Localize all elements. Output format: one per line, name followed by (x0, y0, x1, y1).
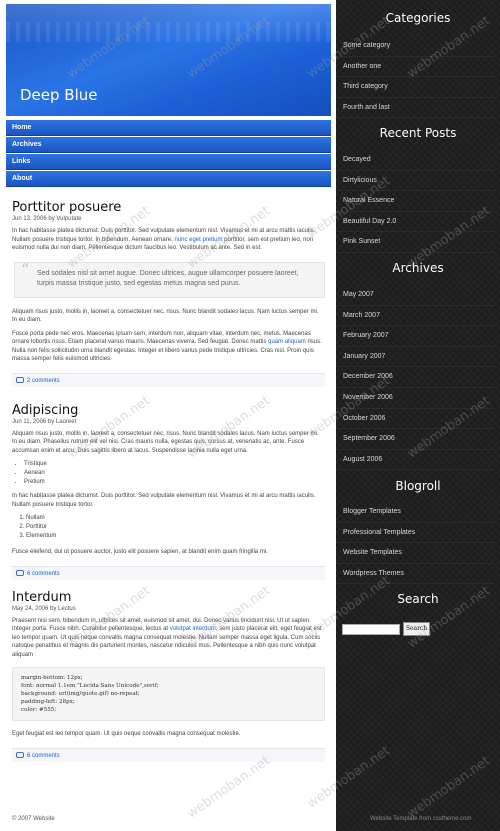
quote-text: Sed sodales nisl sit amet augue. Donec u… (37, 269, 299, 287)
post-paragraph: Fusce eleifend, dui ut posuere auctor, j… (12, 549, 268, 555)
main-nav: Home Archives Links About (6, 120, 331, 188)
archive-item[interactable]: October 2006 (336, 409, 494, 430)
search-button[interactable]: Search (403, 622, 430, 636)
footer-copyright: © 2007 Website (12, 816, 55, 822)
recent-post-item[interactable]: Natural Essence (336, 191, 494, 212)
recent-post-item[interactable]: Dirtylicious (336, 171, 494, 192)
list-item: Pretium (24, 478, 325, 487)
archive-item[interactable]: January 2007 (336, 347, 494, 368)
archives-list: May 2007 March 2007 February 2007 Januar… (336, 285, 494, 471)
blogroll-item[interactable]: Wordpress Themes (336, 564, 494, 585)
comment-icon (16, 376, 24, 383)
blogroll-item[interactable]: Blogger Templates (336, 502, 494, 523)
blogroll-item[interactable]: Professional Templates (336, 523, 494, 544)
post-paragraph: Aliquam risus justo, mollis in, laoreet … (12, 308, 319, 324)
category-item[interactable]: Another one (336, 57, 494, 78)
list-item: Tristique (24, 460, 325, 469)
post-title[interactable]: Porttitor posuere (12, 200, 325, 215)
post-paragraph: Praesent nisi sem, bibendum in, ultrices… (12, 617, 325, 660)
archive-item[interactable]: November 2006 (336, 388, 494, 409)
list-item: Porttitor (26, 523, 325, 532)
nav-item-about[interactable]: About (6, 171, 331, 187)
nav-item-home[interactable]: Home (6, 120, 331, 136)
recent-post-item[interactable]: Pink Sunset (336, 232, 494, 253)
post-list: Porttitor posuere Jun 13, 2006 by Vulput… (12, 200, 325, 762)
inline-link[interactable]: volutpat interdum (170, 626, 216, 632)
blogroll-heading: Blogroll (395, 479, 441, 493)
post: Adipiscing Jun 11, 2006 by Laoreet Aliqu… (12, 403, 325, 580)
blogroll-item[interactable]: Website Templates (336, 543, 494, 564)
comments-bar: 6 comments (12, 565, 325, 580)
post: Porttitor posuere Jun 13, 2006 by Vulput… (12, 200, 325, 387)
header-texture (6, 22, 331, 42)
post-paragraph: In hac habitasse platea dictumst. Duis p… (12, 493, 316, 508)
recent-posts-heading: Recent Posts (379, 126, 457, 140)
recent-post-item[interactable]: Decayed (336, 150, 494, 171)
archive-item[interactable]: February 2007 (336, 326, 494, 347)
blogroll-list: Blogger Templates Professional Templates… (336, 502, 494, 585)
post-paragraph: Fusce porta pede nec eros. Maecenas ipsu… (12, 330, 325, 364)
blockquote: “ Sed sodales nisl sit amet augue. Donec… (14, 259, 325, 298)
nav-item-archives[interactable]: Archives (6, 137, 331, 153)
quote-icon: “ (21, 259, 30, 279)
inline-link[interactable]: quam aliquam (268, 339, 306, 345)
comment-icon (16, 569, 24, 576)
post-paragraph: Aliquam risus justo, mollis in, laoreet … (12, 430, 319, 454)
archives-heading: Archives (392, 261, 444, 275)
main-column: Deep Blue Home Archives Links About Port… (0, 0, 336, 831)
archive-item[interactable]: May 2007 (336, 285, 494, 306)
code-block: margin-bottom: 12px; font: normal 1.1em … (12, 667, 325, 721)
post-meta: May 24, 2006 by Lectus (12, 605, 76, 612)
categories-heading: Categories (385, 11, 451, 25)
archive-item[interactable]: March 2007 (336, 306, 494, 327)
post-text: Fusce porta pede nec eros. Maecenas ipsu… (12, 330, 311, 346)
categories-list: Some category Another one Third category… (336, 36, 494, 119)
comments-link[interactable]: 6 comments (27, 571, 60, 577)
list-item: Elementum (26, 532, 325, 541)
archive-item[interactable]: September 2006 (336, 429, 494, 450)
archive-item[interactable]: August 2006 (336, 450, 494, 471)
site-title[interactable]: Deep Blue (20, 86, 98, 104)
comment-icon (16, 751, 24, 758)
post-meta: Jun 11, 2006 by Laoreet (12, 418, 77, 425)
category-item[interactable]: Third category (336, 77, 494, 98)
post: Interdum May 24, 2006 by Lectus Praesent… (12, 590, 325, 762)
post-paragraph: Eget feugiat est leo tempor quam. Ut qui… (12, 731, 241, 737)
site-header: Deep Blue (6, 4, 331, 116)
search-input[interactable] (342, 624, 400, 635)
recent-post-item[interactable]: Beautiful Day 2.0 (336, 212, 494, 233)
search-heading: Search (397, 592, 439, 606)
list-item: Aenean (24, 469, 325, 478)
post-title[interactable]: Interdum (12, 590, 325, 605)
inline-link[interactable]: nunc eget pretium (174, 237, 222, 243)
sidebar: Categories Some category Another one Thi… (336, 0, 500, 831)
comments-link[interactable]: 2 comments (27, 378, 60, 384)
footer-credit[interactable]: Website Template from csstheme.com (370, 816, 471, 822)
post-meta: Jun 13, 2006 by Vulputate (12, 216, 82, 222)
recent-posts-list: Decayed Dirtylicious Natural Essence Bea… (336, 150, 494, 253)
nav-item-links[interactable]: Links (6, 154, 331, 170)
category-item[interactable]: Some category (336, 36, 494, 57)
archive-item[interactable]: December 2006 (336, 367, 494, 388)
post-title[interactable]: Adipiscing (12, 403, 325, 418)
list-item: Nullam (26, 514, 325, 523)
numbered-list: Nullam Porttitor Elementum (26, 514, 325, 541)
bullet-list: Tristique Aenean Pretium (24, 460, 325, 487)
comments-bar: 6 comments (12, 747, 325, 762)
category-item[interactable]: Fourth and last (336, 98, 494, 119)
comments-link[interactable]: 6 comments (27, 753, 60, 759)
comments-bar: 2 comments (12, 372, 325, 387)
post-paragraph: In hac habitasse platea dictumst. Duis p… (12, 227, 325, 253)
